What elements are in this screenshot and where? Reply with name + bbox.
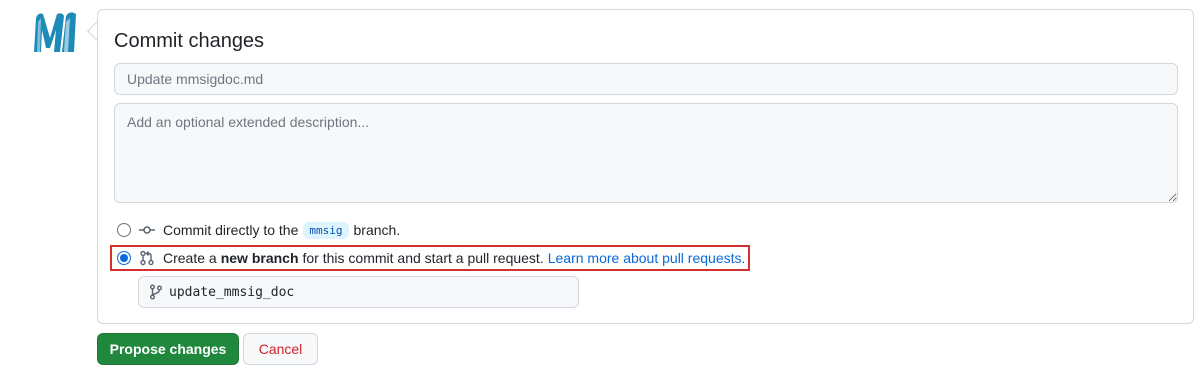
git-branch-icon (150, 284, 162, 300)
commit-title: Commit changes (114, 30, 265, 52)
commit-directly-suffix: branch. (353, 222, 401, 238)
branch-name-chip: mmsig (303, 221, 349, 239)
commit-directly-radio[interactable] (117, 223, 131, 237)
new-branch-radio[interactable] (117, 251, 131, 265)
commit-directly-option[interactable]: Commit directly to the mmsig branch. (117, 220, 400, 240)
avatar[interactable] (30, 8, 82, 56)
propose-changes-button[interactable]: Propose changes (97, 333, 239, 365)
learn-more-link[interactable]: Learn more about pull requests. (548, 250, 746, 266)
new-branch-bold: new branch (220, 250, 299, 266)
new-branch-option[interactable]: Create a new branch for this commit and … (117, 248, 745, 268)
git-pull-request-icon (140, 250, 154, 266)
branch-name-input[interactable] (169, 284, 569, 300)
cancel-button[interactable]: Cancel (243, 333, 318, 365)
new-branch-suffix: for this commit and start a pull request… (302, 250, 544, 266)
new-branch-prefix: Create a (163, 250, 217, 266)
commit-directly-prefix: Commit directly to the (163, 222, 299, 238)
commit-description-input[interactable] (114, 103, 1178, 203)
branch-name-field[interactable] (138, 276, 579, 308)
git-commit-icon (139, 226, 155, 234)
commit-summary-input[interactable] (114, 63, 1178, 95)
commit-panel: Commit changes Commit directly to the mm… (97, 9, 1194, 324)
m-logo-icon (34, 12, 76, 52)
